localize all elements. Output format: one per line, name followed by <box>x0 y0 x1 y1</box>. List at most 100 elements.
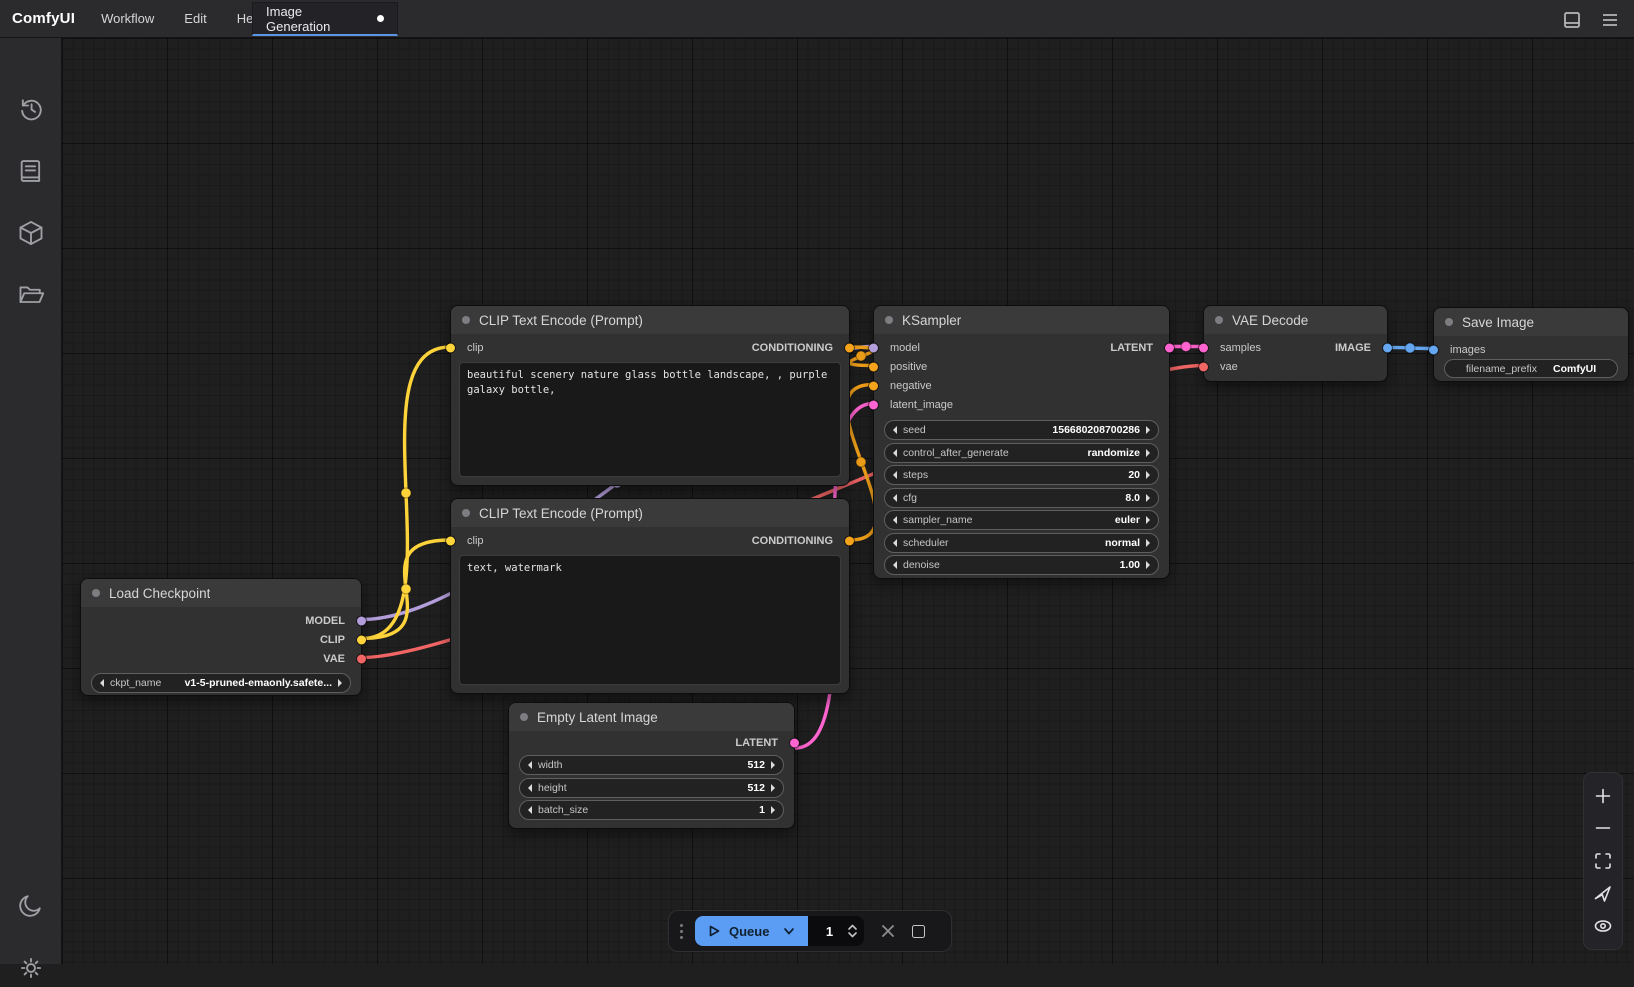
increment-arrow-icon[interactable] <box>771 761 775 769</box>
port-clip-input[interactable] <box>446 536 455 545</box>
fit-view-icon[interactable] <box>1593 851 1613 871</box>
increment-arrow-icon[interactable] <box>338 679 342 687</box>
node-save-image[interactable]: Save Image images filename_prefix ComfyU… <box>1433 307 1629 382</box>
widget-sampler-name[interactable]: sampler_name euler <box>884 510 1159 530</box>
widget-filename-prefix[interactable]: filename_prefix ComfyUI <box>1444 359 1618 378</box>
port-conditioning-output[interactable] <box>845 343 854 352</box>
port-latent-image-input[interactable] <box>869 400 878 409</box>
hamburger-menu-icon[interactable] <box>1599 9 1621 31</box>
port-model-output[interactable] <box>357 616 366 625</box>
decrement-arrow-icon[interactable] <box>893 471 897 479</box>
widget-cfg[interactable]: cfg 8.0 <box>884 488 1159 508</box>
increment-arrow-icon[interactable] <box>1146 561 1150 569</box>
port-conditioning-output[interactable] <box>845 536 854 545</box>
collapse-dot-icon[interactable] <box>1445 318 1453 326</box>
node-title-bar[interactable]: CLIP Text Encode (Prompt) <box>451 499 849 527</box>
decrement-chevron-icon[interactable] <box>848 932 857 938</box>
workflows-folder-icon[interactable] <box>17 281 45 309</box>
prompt-textarea[interactable]: beautiful scenery nature glass bottle la… <box>459 362 841 477</box>
decrement-arrow-icon[interactable] <box>528 806 532 814</box>
decrement-arrow-icon[interactable] <box>528 761 532 769</box>
widget-seed[interactable]: seed 156680208700286 <box>884 420 1159 440</box>
decrement-arrow-icon[interactable] <box>893 561 897 569</box>
collapse-dot-icon[interactable] <box>92 589 100 597</box>
port-vae-input[interactable] <box>1199 362 1208 371</box>
bottom-panel-toggle-icon[interactable] <box>1561 9 1583 31</box>
widget-denoise[interactable]: denoise 1.00 <box>884 555 1159 575</box>
increment-arrow-icon[interactable] <box>1146 449 1150 457</box>
widget-height[interactable]: height 512 <box>519 778 784 798</box>
widget-scheduler[interactable]: scheduler normal <box>884 533 1159 553</box>
increment-arrow-icon[interactable] <box>1146 494 1150 502</box>
node-library-icon[interactable] <box>17 157 45 185</box>
collapse-dot-icon[interactable] <box>462 509 470 517</box>
node-vae-decode[interactable]: VAE Decode samples IMAGE vae <box>1203 305 1388 382</box>
node-title-bar[interactable]: Load Checkpoint <box>81 579 361 607</box>
port-latent-output[interactable] <box>790 738 799 747</box>
increment-arrow-icon[interactable] <box>771 806 775 814</box>
tab-image-generation[interactable]: Image Generation <box>252 2 398 36</box>
increment-arrow-icon[interactable] <box>1146 471 1150 479</box>
increment-arrow-icon[interactable] <box>1146 426 1150 434</box>
zoom-out-icon[interactable] <box>1593 818 1613 838</box>
queue-button[interactable]: Queue <box>695 916 808 946</box>
increment-chevron-icon[interactable] <box>848 924 857 930</box>
increment-arrow-icon[interactable] <box>1146 539 1150 547</box>
node-title-bar[interactable]: CLIP Text Encode (Prompt) <box>451 306 849 334</box>
decrement-arrow-icon[interactable] <box>893 539 897 547</box>
decrement-arrow-icon[interactable] <box>893 426 897 434</box>
collapse-dot-icon[interactable] <box>1215 316 1223 324</box>
collapse-dot-icon[interactable] <box>520 713 528 721</box>
collapse-dot-icon[interactable] <box>885 316 893 324</box>
node-title-bar[interactable]: VAE Decode <box>1204 306 1387 334</box>
increment-arrow-icon[interactable] <box>771 784 775 792</box>
unsaved-indicator-dot[interactable] <box>377 15 384 22</box>
widget-control-after-generate[interactable]: control_after_generate randomize <box>884 443 1159 463</box>
batch-count-spinner[interactable]: 1 <box>808 916 864 946</box>
widget-width[interactable]: width 512 <box>519 755 784 775</box>
widget-steps[interactable]: steps 20 <box>884 465 1159 485</box>
port-images-input[interactable] <box>1429 345 1438 354</box>
node-clip-text-encode-positive[interactable]: CLIP Text Encode (Prompt) clip CONDITION… <box>450 305 850 486</box>
decrement-arrow-icon[interactable] <box>528 784 532 792</box>
node-empty-latent-image[interactable]: Empty Latent Image LATENT width 512 heig… <box>508 702 795 829</box>
decrement-arrow-icon[interactable] <box>100 679 104 687</box>
widget-batch-size[interactable]: batch_size 1 <box>519 800 784 820</box>
tab-label: Image Generation <box>266 4 369 34</box>
port-latent-output[interactable] <box>1165 343 1174 352</box>
prompt-textarea[interactable]: text, watermark <box>459 555 841 685</box>
theme-toggle-moon-icon[interactable] <box>17 891 45 919</box>
node-load-checkpoint[interactable]: Load Checkpoint MODEL CLIP VAE ckpt_name… <box>80 578 362 696</box>
menu-edit[interactable]: Edit <box>182 7 208 30</box>
zoom-in-icon[interactable] <box>1593 786 1613 806</box>
toggle-link-visibility-eye-icon[interactable] <box>1593 916 1613 936</box>
port-clip-input[interactable] <box>446 343 455 352</box>
settings-gear-icon[interactable] <box>17 954 45 982</box>
widget-ckpt-name[interactable]: ckpt_name v1-5-pruned-emaonly.safete... <box>91 673 351 693</box>
decrement-arrow-icon[interactable] <box>893 494 897 502</box>
port-samples-input[interactable] <box>1199 343 1208 352</box>
increment-arrow-icon[interactable] <box>1146 516 1150 524</box>
node-title-bar[interactable]: Save Image <box>1434 308 1628 336</box>
decrement-arrow-icon[interactable] <box>893 516 897 524</box>
node-title-bar[interactable]: KSampler <box>874 306 1169 334</box>
port-positive-input[interactable] <box>869 362 878 371</box>
port-model-input[interactable] <box>869 343 878 352</box>
model-library-icon[interactable] <box>17 219 45 247</box>
node-clip-text-encode-negative[interactable]: CLIP Text Encode (Prompt) clip CONDITION… <box>450 498 850 694</box>
node-ksampler[interactable]: KSampler model LATENT positive negative … <box>873 305 1170 579</box>
decrement-arrow-icon[interactable] <box>893 449 897 457</box>
collapse-dot-icon[interactable] <box>462 316 470 324</box>
pan-mode-icon[interactable] <box>1593 884 1613 904</box>
drag-handle-icon[interactable] <box>680 924 683 939</box>
port-negative-input[interactable] <box>869 381 878 390</box>
port-vae-output[interactable] <box>357 654 366 663</box>
port-image-output[interactable] <box>1383 343 1392 352</box>
history-icon[interactable] <box>17 95 45 123</box>
clear-queue-icon[interactable] <box>880 923 896 939</box>
stop-icon[interactable] <box>912 925 925 938</box>
queue-options-chevron-icon[interactable] <box>783 925 795 937</box>
port-clip-output[interactable] <box>357 635 366 644</box>
menu-workflow[interactable]: Workflow <box>99 7 156 30</box>
node-title-bar[interactable]: Empty Latent Image <box>509 703 794 731</box>
